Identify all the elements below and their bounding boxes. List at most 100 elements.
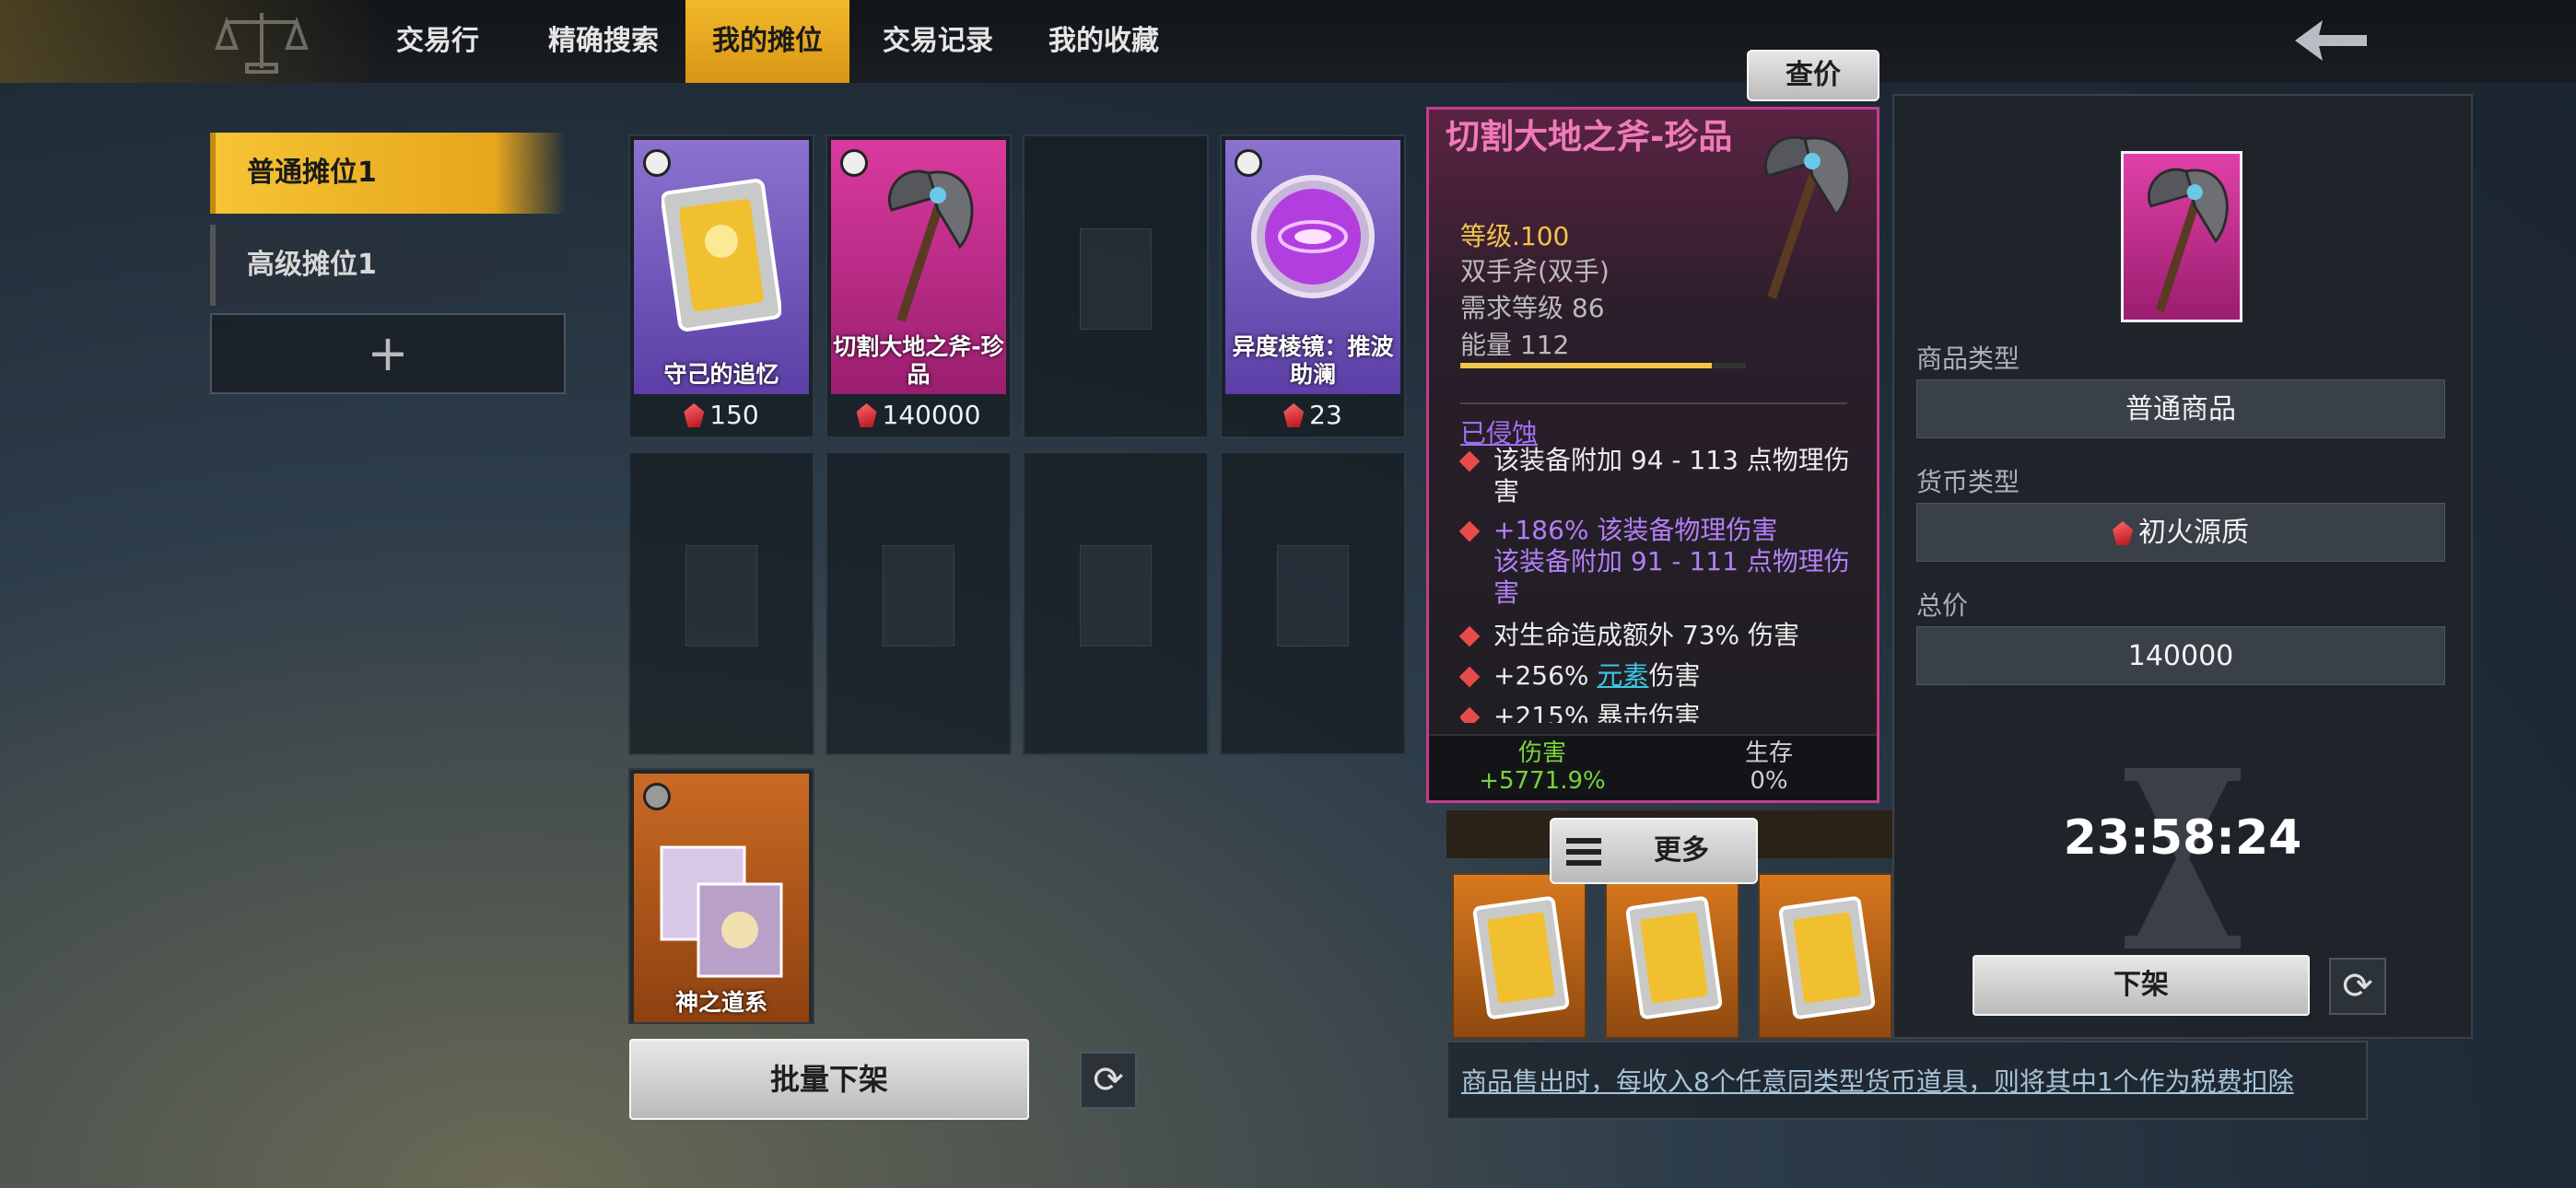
affix-line: +186% 该装备物理伤害 该装备附加 91 - 111 点物理伤害 [1460, 515, 1866, 609]
goods-type-value: 普通商品 [1916, 379, 2445, 438]
menu-icon [1566, 838, 1601, 866]
bottom-item-card-3[interactable] [1758, 873, 1892, 1039]
total-price-value: 140000 [1916, 626, 2445, 685]
empty-slot-placeholder [883, 545, 954, 646]
stall-slot-2[interactable]: 切割大地之斧-珍品 140000 [825, 134, 1012, 438]
item-card: 神之道系 [634, 774, 809, 1022]
empty-slot-placeholder [1080, 545, 1152, 646]
refresh-icon: ⟳ [2342, 965, 2373, 1007]
currency-name: 初火源质 [2138, 517, 2249, 549]
stall-item-normal-1[interactable]: 普通摊位1 [210, 133, 566, 214]
tab-exchange[interactable]: 交易行 [378, 0, 498, 83]
tab-favorites[interactable]: 我的收藏 [1032, 0, 1176, 83]
stat-value: 0% [1750, 767, 1788, 795]
item-name: 守己的追忆 [663, 361, 779, 388]
item-price-value: 140000 [882, 400, 981, 430]
bottom-item-card-2[interactable] [1605, 873, 1739, 1039]
item-price: 23 [1222, 400, 1404, 433]
memory-card-icon [1625, 896, 1723, 1019]
affix-line: +215% 暴击伤害 [1460, 701, 1866, 723]
refresh-button[interactable]: ⟳ [2329, 958, 2386, 1015]
stat-label: 生存 [1744, 740, 1793, 767]
more-button[interactable]: 更多 [1550, 818, 1758, 884]
stat-damage: 伤害 +5771.9% [1429, 740, 1656, 795]
locked-icon [643, 783, 671, 810]
stall-slot-7[interactable] [1023, 451, 1209, 755]
listing-detail-panel: 商品类型 普通商品 货币类型 初火源质 总价 140000 23:58:24 [1892, 94, 2473, 1039]
memory-card-icon [1778, 896, 1876, 1019]
batch-delist-button[interactable]: 批量下架 [629, 1039, 1029, 1120]
fire-source-gem-icon [1283, 403, 1305, 427]
tooltip-weapon-type: 双手斧(双手) [1460, 256, 1610, 286]
stall-item-advanced-1[interactable]: 高级摊位1 [210, 225, 566, 306]
affix-prefix: +256% [1493, 660, 1598, 691]
listing-countdown-timer: 23:58:24 [2063, 810, 2302, 866]
empty-slot-placeholder [1080, 228, 1152, 330]
fire-source-gem-icon [684, 403, 705, 427]
item-card: 切割大地之斧-珍品 [831, 140, 1006, 394]
stat-label: 伤害 [1517, 740, 1566, 767]
tax-notice[interactable]: 商品售出时，每收入8个任意同类型货币道具，则将其中1个作为税费扣除 [1446, 1041, 2368, 1120]
memory-card-icon [662, 179, 781, 332]
currency-type-value: 初火源质 [1916, 503, 2445, 562]
goods-type-label: 商品类型 [1916, 344, 2020, 374]
selected-item-thumb [2121, 151, 2242, 322]
delist-button[interactable]: 下架 [1973, 955, 2310, 1016]
axe-icon [2147, 168, 2229, 313]
stall-slot-9[interactable]: 神之道系 [628, 768, 814, 1024]
price-check-button[interactable]: 查价 [1747, 50, 1879, 101]
item-price: 140000 [827, 400, 1010, 433]
affix-line: 对生命造成额外 73% 伤害 [1460, 620, 1866, 651]
tooltip-title: 切割大地之斧-珍品 [1446, 117, 1733, 157]
stat-survival: 生存 0% [1656, 740, 1877, 795]
nav-glow [0, 0, 387, 83]
energy-bar [1460, 363, 1746, 368]
add-stall-button[interactable]: + [210, 313, 566, 394]
stall-slot-8[interactable] [1220, 451, 1406, 755]
prism-orb-icon [1251, 175, 1375, 298]
item-card: 异度棱镜：推波助澜 [1225, 140, 1400, 394]
item-name: 异度棱镜：推波助澜 [1232, 333, 1394, 388]
item-name: 神之道系 [674, 989, 767, 1016]
total-price-label: 总价 [1916, 590, 1969, 621]
fire-source-gem-icon [2113, 521, 2133, 545]
item-price-value: 23 [1309, 400, 1342, 430]
tooltip-stats-footer: 伤害 +5771.9% 生存 0% [1429, 734, 1877, 800]
item-card: 守己的追忆 [634, 140, 809, 394]
tooltip-energy: 能量 112 [1460, 330, 1570, 360]
energy-bar-fill [1460, 363, 1712, 368]
item-tooltip: 切割大地之斧-珍品 等级.100 双手斧(双手) 需求等级 86 能量 112 … [1426, 107, 1879, 803]
back-arrow-icon[interactable] [2289, 13, 2372, 68]
stall-slot-5[interactable] [628, 451, 814, 755]
axe-icon [887, 169, 974, 322]
fire-source-gem-icon [856, 403, 877, 427]
affix-line: 该装备附加 94 - 113 点物理伤害 [1460, 445, 1866, 507]
more-label: 更多 [1654, 834, 1709, 867]
stat-value: +5771.9% [1479, 767, 1606, 795]
item-price: 150 [630, 400, 813, 433]
stall-slot-6[interactable] [825, 451, 1012, 755]
refresh-button[interactable]: ⟳ [1080, 1052, 1137, 1109]
stall-slot-4[interactable]: 异度棱镜：推波助澜 23 [1220, 134, 1406, 438]
item-price-value: 150 [709, 400, 759, 430]
tab-trade-records[interactable]: 交易记录 [866, 0, 1010, 83]
tab-my-stall[interactable]: 我的摊位 [685, 0, 849, 83]
tooltip-required-level: 需求等级 86 [1460, 293, 1605, 323]
timer-icon [643, 149, 671, 177]
tooltip-level: 等级.100 [1460, 221, 1570, 251]
stall-slot-1[interactable]: 守己的追忆 150 [628, 134, 814, 438]
empty-slot-placeholder [1277, 545, 1349, 646]
stall-slot-3[interactable] [1023, 134, 1209, 438]
affix-line: +256% 元素伤害 [1460, 660, 1866, 692]
currency-type-label: 货币类型 [1916, 467, 2020, 497]
axe-icon [1763, 135, 1851, 299]
god-path-card-icon [660, 845, 783, 978]
affix-suffix: 伤害 [1648, 660, 1701, 691]
element-link[interactable]: 元素 [1597, 660, 1648, 691]
tab-precise-search[interactable]: 精确搜索 [532, 0, 675, 83]
trade-scale-icon [215, 13, 309, 74]
bottom-item-card-1[interactable] [1452, 873, 1587, 1039]
refresh-icon: ⟳ [1093, 1059, 1124, 1101]
item-name: 切割大地之斧-珍品 [833, 333, 1004, 388]
memory-card-icon [1472, 896, 1570, 1019]
